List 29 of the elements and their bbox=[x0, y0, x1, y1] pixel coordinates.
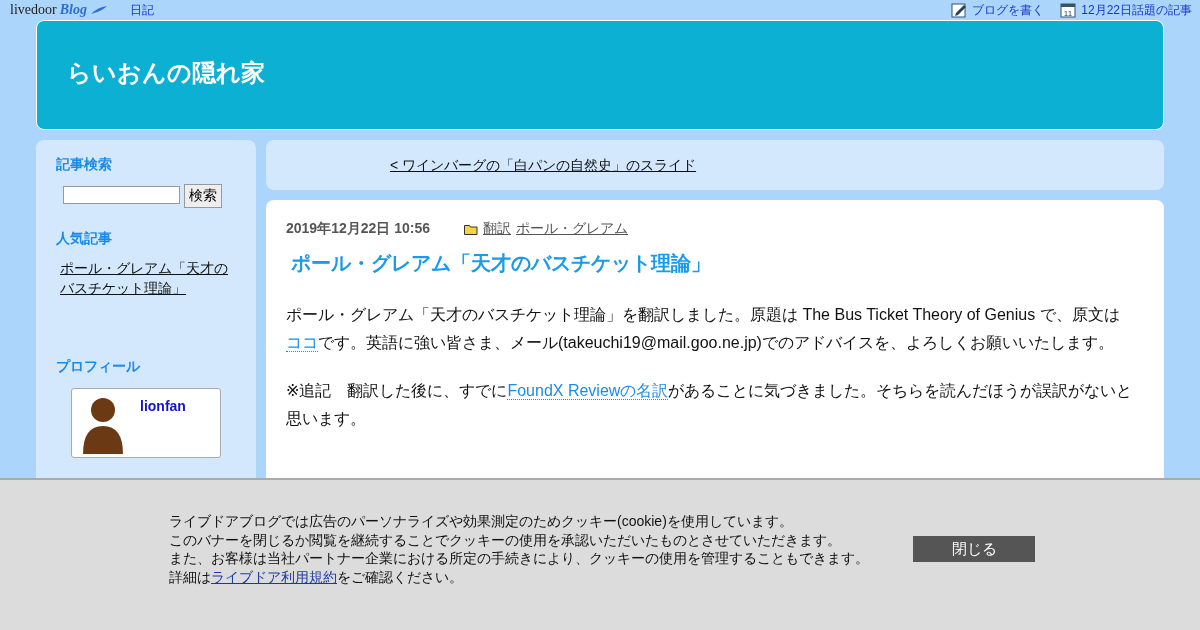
calendar-icon: 11 bbox=[1060, 2, 1077, 18]
header-link[interactable]: 11 12月22日話題の記事 bbox=[1060, 1, 1192, 19]
popular-article-link[interactable]: ポール・グレアム「天才のバスチケット理論」 bbox=[60, 258, 236, 298]
feather-icon bbox=[89, 5, 108, 15]
text-link[interactable]: ココ bbox=[286, 334, 318, 352]
previous-article-link[interactable]: < ワインバーグの「白パンの自然史」のスライド bbox=[390, 157, 697, 173]
profile-name[interactable]: lionfan bbox=[140, 398, 186, 414]
post-date: 2019年12月22日 10:56 bbox=[286, 220, 430, 238]
category-link[interactable]: ポール・グレアム bbox=[516, 220, 628, 238]
cookie-notice-text: ライブドアブログでは広告のパーソナライズや効果測定のためクッキー(cookie)を使用しています。 bbox=[169, 512, 794, 531]
terms-link[interactable]: ライブドア利用規約 bbox=[211, 568, 337, 585]
sidebar-heading: プロフィール bbox=[56, 358, 140, 376]
cookie-notice-text: このバナーを閉じるか閲覧を継続することでクッキーの使用を承認いただいたものとさせていただきます。 bbox=[169, 530, 842, 549]
sidebar-heading: 記事検索 bbox=[56, 156, 112, 174]
article-paragraph: ※追記 翻訳した後に、すでにFoundX Reviewの名訳があることに気づきました。そちらを読んだほうが誤訳がないと思います。 bbox=[286, 381, 1134, 429]
folder-icon bbox=[464, 223, 478, 235]
close-button[interactable]: 閉じる bbox=[913, 536, 1035, 562]
logo-text[interactable]: livedoor bbox=[10, 2, 57, 18]
category-link[interactable]: 日記 bbox=[129, 1, 154, 19]
text-link[interactable]: FoundX Reviewの名訳 bbox=[507, 382, 669, 400]
pencil-icon bbox=[951, 2, 968, 18]
category-link[interactable]: 翻訳 bbox=[483, 220, 511, 238]
header-link[interactable]: ブログを書く bbox=[951, 1, 1045, 19]
search-button[interactable]: 検索 bbox=[184, 184, 222, 208]
article-paragraph: ポール・グレアム「天才のバスチケット理論」を翻訳しました。原題は The Bus Ticket Theory of Genius で、原文は ココ です。英語に強い皆さま、メール(takeuchi19@mail.goo.ne.jp)でのアドバイスを、よろしくお願いいたします。 bbox=[286, 305, 1121, 354]
cookie-notice-text: 詳細はライブドア利用規約をご確認ください。 bbox=[169, 567, 464, 586]
cookie-notice-text: また、お客様は当社パートナー企業における所定の手続きにより、クッキーの使用を管理することもできます。 bbox=[169, 549, 869, 568]
search-field[interactable] bbox=[63, 186, 180, 204]
sidebar-heading: 人気記事 bbox=[56, 230, 112, 248]
